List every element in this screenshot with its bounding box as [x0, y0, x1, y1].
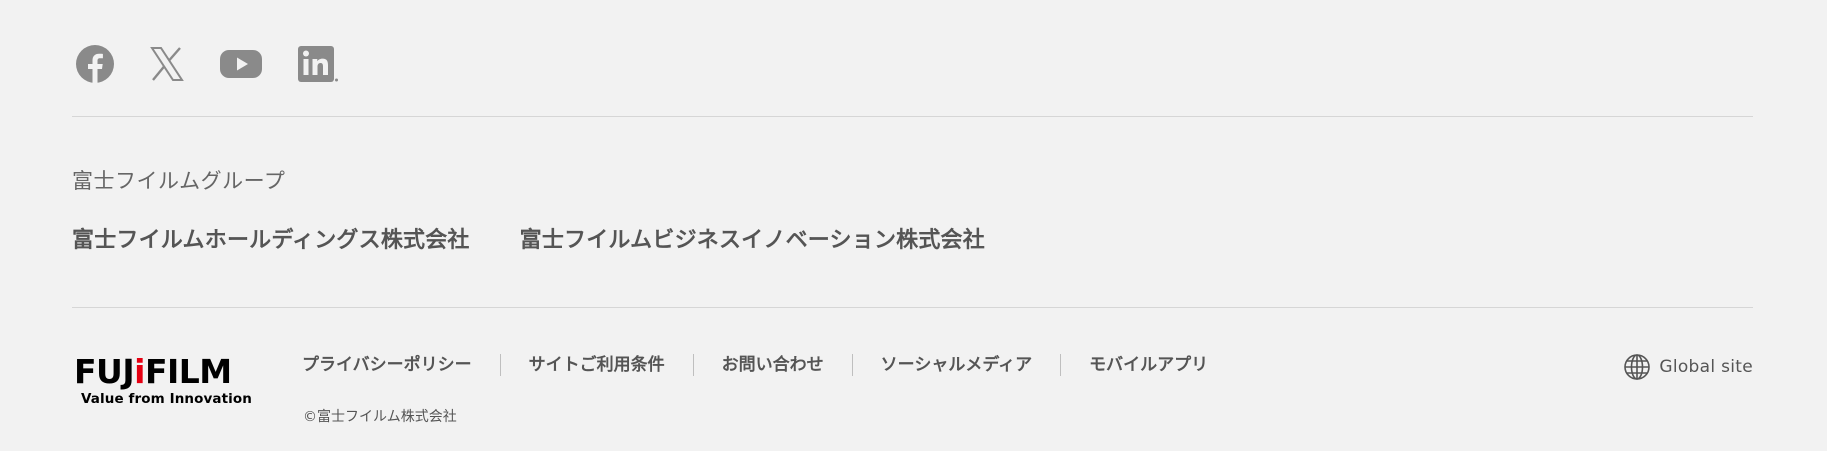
footer-link-social-media[interactable]: ソーシャルメディア	[851, 354, 1060, 376]
youtube-icon	[220, 50, 262, 78]
facebook-icon	[76, 45, 114, 83]
footer-link-terms[interactable]: サイトご利用条件	[499, 354, 693, 376]
divider	[72, 116, 1753, 117]
logo-word-part2: FILM	[144, 352, 232, 391]
social-links	[75, 44, 373, 84]
group-link-business-innovation[interactable]: 富士フイルムビジネスイノベーション株式会社	[520, 222, 985, 254]
globe-icon	[1624, 354, 1651, 380]
footer-link-privacy[interactable]: プライバシーポリシー	[302, 354, 500, 376]
group-links: 富士フイルムホールディングス株式会社 富士フイルムビジネスイノベーション株式会社	[72, 222, 1035, 254]
logo-tagline: Value from Innovation	[81, 391, 252, 407]
fujifilm-logo[interactable]: FUJ i FILM Value from Innovation	[74, 355, 256, 408]
footer-nav: プライバシーポリシー サイトご利用条件 お問い合わせ ソーシャルメディア モバイ…	[302, 354, 1236, 376]
footer-link-mobile-app[interactable]: モバイルアプリ	[1060, 354, 1236, 376]
youtube-link[interactable]	[219, 48, 263, 80]
copyright: ©富士フイルム株式会社	[303, 409, 457, 425]
global-site-label: Global site	[1659, 357, 1753, 377]
logo-wordmark: FUJ i FILM	[74, 355, 256, 389]
x-icon	[150, 47, 184, 81]
linkedin-icon	[298, 46, 338, 82]
x-link[interactable]	[149, 46, 185, 82]
divider	[72, 307, 1753, 308]
logo-word-accent: i	[134, 352, 145, 391]
global-site-link[interactable]: Global site	[1623, 353, 1753, 381]
logo-word-part1: FUJ	[74, 352, 135, 391]
group-heading: 富士フイルムグループ	[72, 169, 286, 193]
group-link-holdings[interactable]: 富士フイルムホールディングス株式会社	[72, 222, 470, 254]
footer-link-contact[interactable]: お問い合わせ	[692, 354, 852, 376]
facebook-link[interactable]	[75, 44, 115, 84]
linkedin-link[interactable]	[297, 45, 339, 83]
